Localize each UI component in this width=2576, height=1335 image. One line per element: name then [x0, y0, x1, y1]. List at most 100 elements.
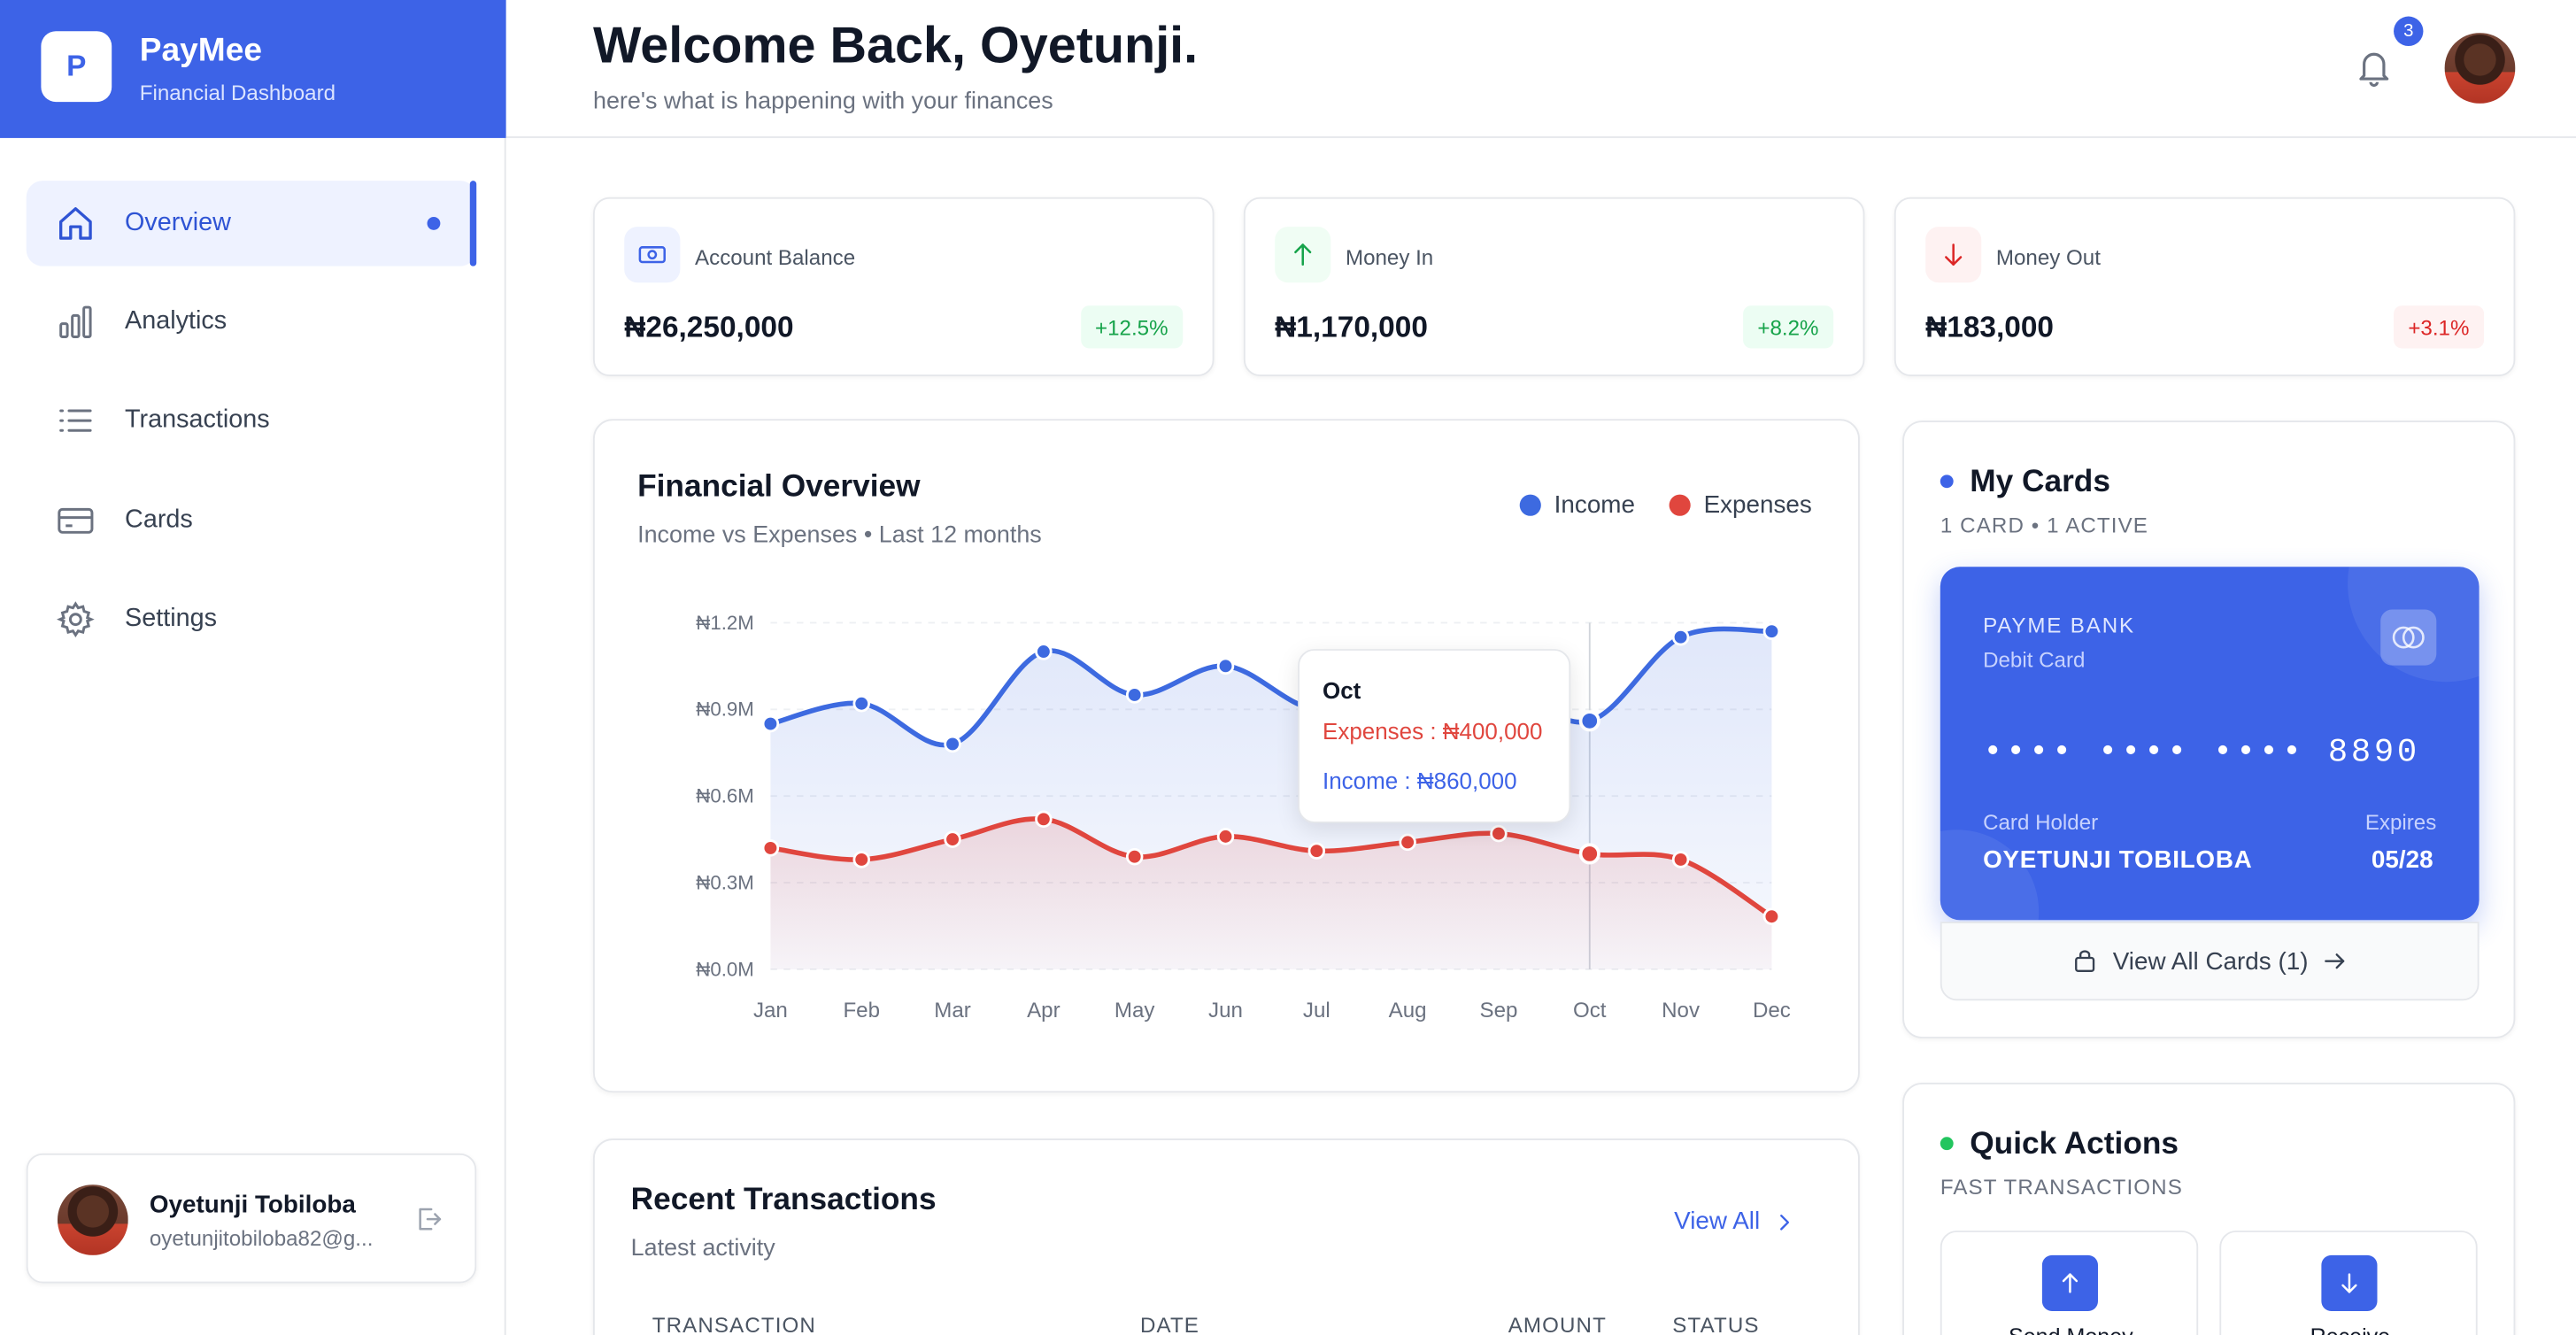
brand-logo[interactable]: P — [41, 31, 112, 103]
legend-income: Income — [1519, 490, 1635, 520]
avatar — [57, 1185, 128, 1255]
user-email: oyetunjitobiloba82@g... — [149, 1225, 374, 1251]
y-tick-label: ₦0.6M — [696, 785, 754, 807]
chevron-right-icon — [1780, 1214, 1790, 1230]
column-header-status[interactable]: STATUS — [1672, 1313, 1759, 1335]
x-tick-label: Jul — [1303, 999, 1330, 1022]
y-tick-label: ₦0.9M — [696, 698, 754, 721]
section-dot — [1940, 475, 1954, 489]
data-point-income — [1035, 643, 1053, 660]
sidebar-item-cards[interactable]: Cards — [27, 478, 477, 564]
card-type: Debit Card — [1983, 647, 2086, 673]
arrow-up-icon — [1275, 227, 1331, 283]
brand-subtitle: Financial Dashboard — [139, 80, 336, 105]
data-point-expenses — [1399, 833, 1416, 852]
active-indicator-dot — [427, 216, 441, 230]
app-root: P PayMee Financial Dashboard Overview An… — [0, 0, 2576, 1335]
arrow-down-icon — [2321, 1254, 2378, 1312]
data-point-expenses — [1307, 842, 1326, 860]
column-header-amount[interactable]: AMOUNT — [1508, 1313, 1607, 1335]
x-tick-label: Jan — [753, 999, 788, 1022]
logout-icon[interactable] — [414, 1204, 443, 1233]
x-tick-label: Feb — [843, 999, 880, 1022]
x-tick-label: Oct — [1573, 999, 1607, 1022]
tooltip-income: Income : ₦860,000 — [1322, 767, 1517, 794]
stat-card-money-out: Money Out ₦183,000 +3.1% — [1893, 197, 2516, 377]
notification-badge: 3 — [2394, 16, 2424, 46]
x-tick-label: Dec — [1753, 999, 1791, 1022]
card-decoration — [1940, 830, 2040, 921]
stat-label: Account Balance — [695, 244, 856, 270]
legend-swatch — [1669, 494, 1691, 516]
arrow-down-icon — [1925, 227, 1982, 283]
view-all-transactions-link[interactable]: View All — [1674, 1208, 1796, 1236]
data-point-expenses — [1490, 824, 1508, 843]
view-all-cards-button[interactable]: View All Cards (1) — [1940, 922, 2480, 1001]
debit-card[interactable]: PAYME BANK Debit Card •••• •••• •••• 889… — [1940, 567, 2480, 921]
card-expires-value: 05/28 — [2371, 845, 2433, 875]
quick-action-label: Send Money — [1942, 1324, 2200, 1335]
home-icon — [58, 207, 92, 240]
sidebar-item-label: Settings — [125, 604, 218, 633]
sidebar-item-settings[interactable]: Settings — [27, 576, 477, 662]
column-header-transaction[interactable]: TRANSACTION — [652, 1313, 816, 1335]
x-tick-label: Jun — [1208, 999, 1243, 1022]
my-cards-caption: 1 CARD • 1 ACTIVE — [1940, 513, 2149, 537]
sidebar-item-overview[interactable]: Overview — [26, 181, 477, 266]
send-money-button[interactable]: Send Money — [1940, 1231, 2200, 1335]
user-name: Oyetunji Tobiloba — [149, 1191, 356, 1220]
credit-card-icon — [58, 507, 94, 534]
legend-swatch — [1519, 494, 1541, 516]
data-point-income — [1578, 710, 1600, 732]
card-chip-icon — [2380, 609, 2437, 666]
stat-label: Money Out — [1995, 244, 2101, 270]
card-holder-name: OYETUNJI TOBILOBA — [1983, 845, 2253, 875]
data-point-expenses — [761, 839, 780, 857]
x-tick-label: Mar — [934, 999, 971, 1022]
brand-name: PayMee — [139, 33, 263, 69]
user-profile-card[interactable]: Oyetunji Tobiloba oyetunjitobiloba82@g..… — [26, 1153, 477, 1284]
stat-value: ₦183,000 — [1925, 310, 2055, 343]
data-point-income — [1125, 686, 1144, 704]
receive-money-button[interactable]: Receive — [2219, 1231, 2479, 1335]
chart-title: Financial Overview — [637, 469, 921, 505]
x-tick-label: Aug — [1389, 999, 1427, 1022]
money-icon — [624, 227, 681, 283]
column-header-date[interactable]: DATE — [1140, 1313, 1199, 1335]
data-point-income — [944, 735, 961, 753]
sidebar-item-label: Transactions — [125, 405, 270, 434]
chart-tooltip: Oct Expenses : ₦400,000 Income : ₦860,00… — [1298, 649, 1571, 823]
transactions-subtitle: Latest activity — [630, 1235, 775, 1262]
y-tick-label: ₦1.2M — [696, 612, 754, 634]
stat-card-money-in: Money In ₦1,170,000 +8.2% — [1243, 197, 1865, 377]
sidebar-item-transactions[interactable]: Transactions — [27, 378, 477, 464]
stat-change-badge: +3.1% — [2393, 305, 2485, 349]
section-dot — [1940, 1137, 1954, 1151]
avatar[interactable] — [2444, 33, 2516, 104]
stat-change-badge: +8.2% — [1742, 305, 1834, 349]
data-point-expenses — [1762, 907, 1781, 926]
gear-icon — [57, 601, 95, 638]
stat-value: ₦1,170,000 — [1275, 310, 1428, 343]
data-point-expenses — [1125, 847, 1144, 866]
quick-actions-title: Quick Actions — [1970, 1127, 2179, 1162]
card-holder-label: Card Holder — [1983, 809, 2099, 835]
legend-label: Expenses — [1703, 490, 1812, 520]
stat-label: Money In — [1345, 244, 1434, 270]
top-header: Welcome Back, Oyetunji. here's what is h… — [505, 0, 2576, 138]
y-tick-label: ₦0.3M — [696, 872, 754, 894]
legend-label: Income — [1554, 490, 1635, 520]
wallet-icon — [2075, 950, 2095, 973]
x-tick-label: Sep — [1479, 999, 1517, 1022]
card-number: •••• •••• •••• 8890 — [1983, 734, 2420, 773]
income-expenses-chart[interactable]: ₦1.2M ₦0.9M ₦0.6M ₦0.3M ₦0.0M Jan Feb Mar Apr May… — [593, 591, 1841, 1052]
sidebar-item-analytics[interactable]: Analytics — [27, 280, 477, 366]
sidebar-item-label: Overview — [125, 208, 231, 237]
quick-action-label: Receive — [2221, 1324, 2479, 1335]
card-bank-name: PAYME BANK — [1983, 613, 2135, 638]
bell-icon[interactable] — [2355, 46, 2395, 89]
data-point-income — [852, 695, 870, 713]
legend-expenses: Expenses — [1669, 490, 1812, 520]
data-point-income — [1762, 622, 1781, 640]
x-tick-label: Nov — [1662, 999, 1700, 1022]
